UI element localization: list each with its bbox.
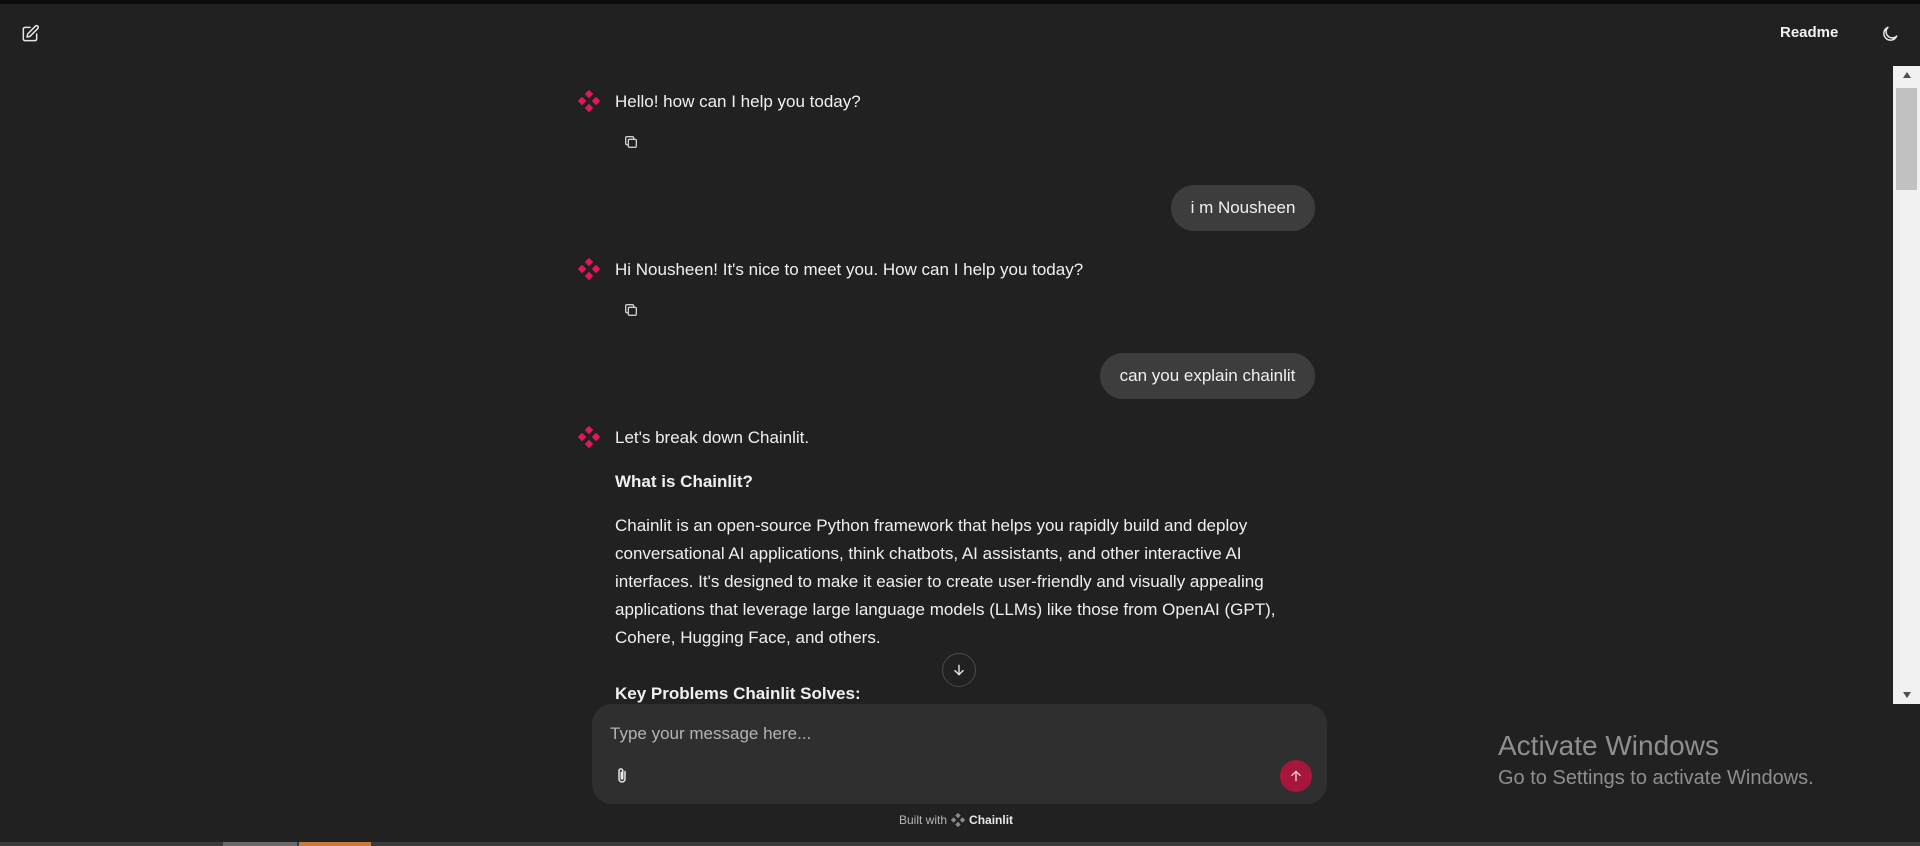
user-message-bubble: can you explain chainlit (1100, 353, 1315, 399)
built-with-label: Built with (899, 813, 948, 827)
taskbar-item[interactable] (223, 842, 297, 846)
chainlit-logo-icon (578, 258, 600, 280)
triangle-down-icon (1902, 692, 1911, 698)
watermark-subtitle: Go to Settings to activate Windows. (1498, 767, 1814, 789)
scroll-up-arrow[interactable] (1893, 66, 1920, 84)
edit-icon (22, 24, 39, 42)
scrollbar[interactable] (1893, 66, 1920, 704)
chainlit-logo-icon (578, 90, 600, 112)
message-intro: Let's break down Chainlit. (615, 428, 810, 447)
copy-button[interactable] (618, 129, 644, 155)
paragraph-line: conversational AI applications, think ch… (615, 544, 1242, 563)
brand-name: Chainlit (969, 813, 1014, 827)
arrow-down-icon (954, 664, 964, 676)
paragraph-line: Chainlit is an open-source Python framew… (615, 516, 1248, 535)
copy-icon (625, 136, 637, 148)
arrow-up-icon (1291, 770, 1301, 782)
message-composer (592, 704, 1327, 804)
paperclip-icon (618, 768, 626, 783)
chainlit-app: Readme Hello! how can I help you today? (0, 0, 1920, 846)
paragraph-line: interfaces. It's designed to make it eas… (615, 572, 1264, 591)
new-chat-button[interactable] (12, 16, 48, 52)
attach-file-button[interactable] (608, 762, 636, 790)
message-text: Hi Nousheen! It's nice to meet you. How … (615, 260, 1084, 279)
copy-button[interactable] (618, 297, 644, 323)
paragraph-line: Cohere, Hugging Face, and others. (615, 628, 881, 647)
message-paragraph: Chainlit is an open-source Python framew… (615, 512, 1305, 652)
windows-activation-watermark: Activate Windows Go to Settings to activ… (1498, 728, 1814, 792)
theme-toggle-button[interactable] (1872, 16, 1908, 52)
send-button[interactable] (1280, 760, 1312, 792)
watermark-title: Activate Windows (1498, 730, 1719, 761)
assistant-message: Hi Nousheen! It's nice to meet you. How … (578, 256, 1338, 326)
triangle-up-icon (1902, 72, 1911, 78)
message-heading: What is Chainlit? (615, 472, 753, 491)
chainlit-logo-icon (951, 813, 966, 827)
scroll-to-bottom-button[interactable] (942, 653, 976, 687)
message-input[interactable] (608, 718, 1302, 750)
built-with-footer[interactable]: Built with Chainlit (899, 811, 1013, 829)
message-text: Hello! how can I help you today? (615, 92, 861, 111)
message-list[interactable]: Hello! how can I help you today? i m Nou… (0, 66, 1893, 704)
scrollbar-thumb[interactable] (1896, 88, 1917, 190)
header: Readme (0, 4, 1920, 66)
moon-icon (1883, 26, 1898, 41)
scroll-down-arrow[interactable] (1893, 686, 1920, 704)
paragraph-line: applications that leverage large languag… (615, 600, 1276, 619)
assistant-message: Hello! how can I help you today? (578, 88, 1338, 158)
copy-icon (625, 304, 637, 316)
readme-link[interactable]: Readme (1780, 24, 1838, 41)
user-message-bubble: i m Nousheen (1171, 185, 1315, 231)
chainlit-logo-icon (578, 426, 600, 448)
taskbar-item[interactable] (299, 842, 371, 846)
